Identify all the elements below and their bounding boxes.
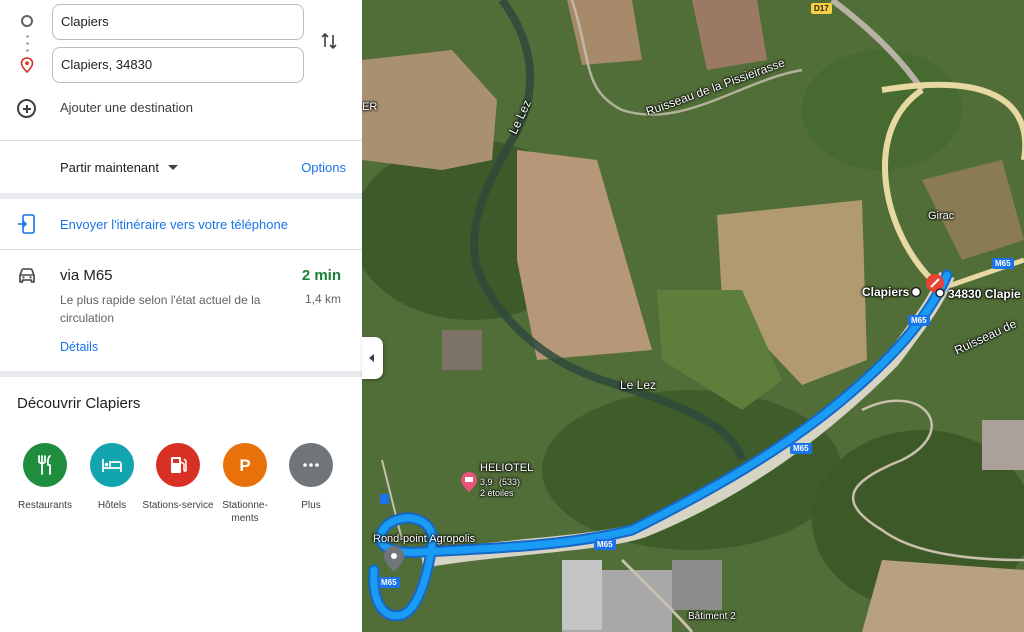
destination-input[interactable]: Clapiers, 34830: [52, 47, 304, 83]
category-label: Stationne-ments: [222, 500, 268, 524]
route-details-link[interactable]: Détails: [60, 340, 98, 354]
hotel-icon: [90, 443, 134, 487]
send-to-phone-icon[interactable]: [16, 213, 38, 235]
directions-panel: Clapiers Clapiers, 34830 Ajouter une des…: [0, 0, 362, 632]
category-more-button[interactable]: Plus: [275, 443, 347, 512]
discover-title: Découvrir Clapiers: [17, 395, 141, 412]
departure-time-dropdown[interactable]: Partir maintenant: [60, 160, 159, 175]
add-destination-icon[interactable]: [17, 99, 36, 118]
origin-input[interactable]: Clapiers: [52, 4, 304, 40]
category-hotels-button[interactable]: Hôtels: [76, 443, 148, 512]
map-label-heliotel-reviews: (533): [499, 477, 521, 487]
route-options-button[interactable]: Options: [301, 160, 346, 175]
origin-circle-icon: [21, 15, 33, 27]
car-icon: [19, 268, 35, 283]
category-label: Hôtels: [97, 500, 127, 511]
destination-pin-icon: [20, 57, 34, 73]
section-divider: [0, 371, 362, 377]
map-label-le-lez-2: Le Lez: [620, 378, 657, 392]
restaurant-icon: [23, 443, 67, 487]
add-destination-button[interactable]: Ajouter une destination: [60, 100, 193, 115]
gas-station-icon: [156, 443, 200, 487]
map-label-heliotel-rating: 3,9: [480, 477, 493, 487]
map-label-heliotel[interactable]: HELIOTEL: [480, 462, 533, 474]
map-label-edge: ER: [362, 101, 378, 113]
road-shield-d17: D17: [811, 3, 832, 14]
map-label-girac: Girac: [928, 210, 955, 222]
collapse-panel-button[interactable]: [362, 337, 383, 379]
route-distance: 1,4 km: [304, 292, 341, 306]
category-label: Plus: [301, 500, 321, 511]
svg-text:P: P: [239, 456, 250, 475]
map-label-clapiers: Clapiers: [862, 285, 910, 299]
road-shield-m65: M65: [908, 315, 930, 326]
map-label-heliotel-stars: 2 étoiles: [480, 488, 514, 498]
category-label: Stations-service: [142, 500, 214, 511]
category-label: Restaurants: [18, 500, 72, 511]
divider: [0, 140, 362, 141]
route-duration: 2 min: [301, 267, 341, 284]
divider: [0, 249, 362, 250]
swap-directions-icon[interactable]: [319, 31, 339, 51]
route-name: via M65: [60, 267, 113, 284]
category-parking-button[interactable]: P Stationne-ments: [209, 443, 281, 525]
map-label-rond-point: Rond-point Agropolis: [373, 533, 476, 545]
category-gas-stations-button[interactable]: Stations-service: [142, 443, 214, 512]
route-waypoint-icons: [17, 0, 37, 120]
category-restaurants-button[interactable]: Restaurants: [9, 443, 81, 512]
map-label-destination: 34830 Clapie: [948, 287, 1021, 301]
parking-icon: P: [223, 443, 267, 487]
dropdown-arrow-icon[interactable]: [168, 165, 178, 170]
map-label-batiment: Bâtiment 2: [688, 611, 736, 622]
road-shield-m65: M65: [378, 577, 400, 588]
more-icon: [289, 443, 333, 487]
road-shield-m65: M65: [790, 443, 812, 454]
route-dots-icon: [25, 33, 29, 55]
map-view[interactable]: Ruisseau de la Pissieirasse Ruisseau de …: [362, 0, 1024, 632]
send-to-phone-link[interactable]: Envoyer l'itinéraire vers votre téléphon…: [60, 217, 288, 232]
road-shield-m65: M65: [594, 539, 616, 550]
section-divider: [0, 193, 362, 199]
route-description: Le plus rapide selon l'état actuel de la…: [60, 293, 261, 325]
road-shield-m65: M65: [992, 258, 1014, 269]
